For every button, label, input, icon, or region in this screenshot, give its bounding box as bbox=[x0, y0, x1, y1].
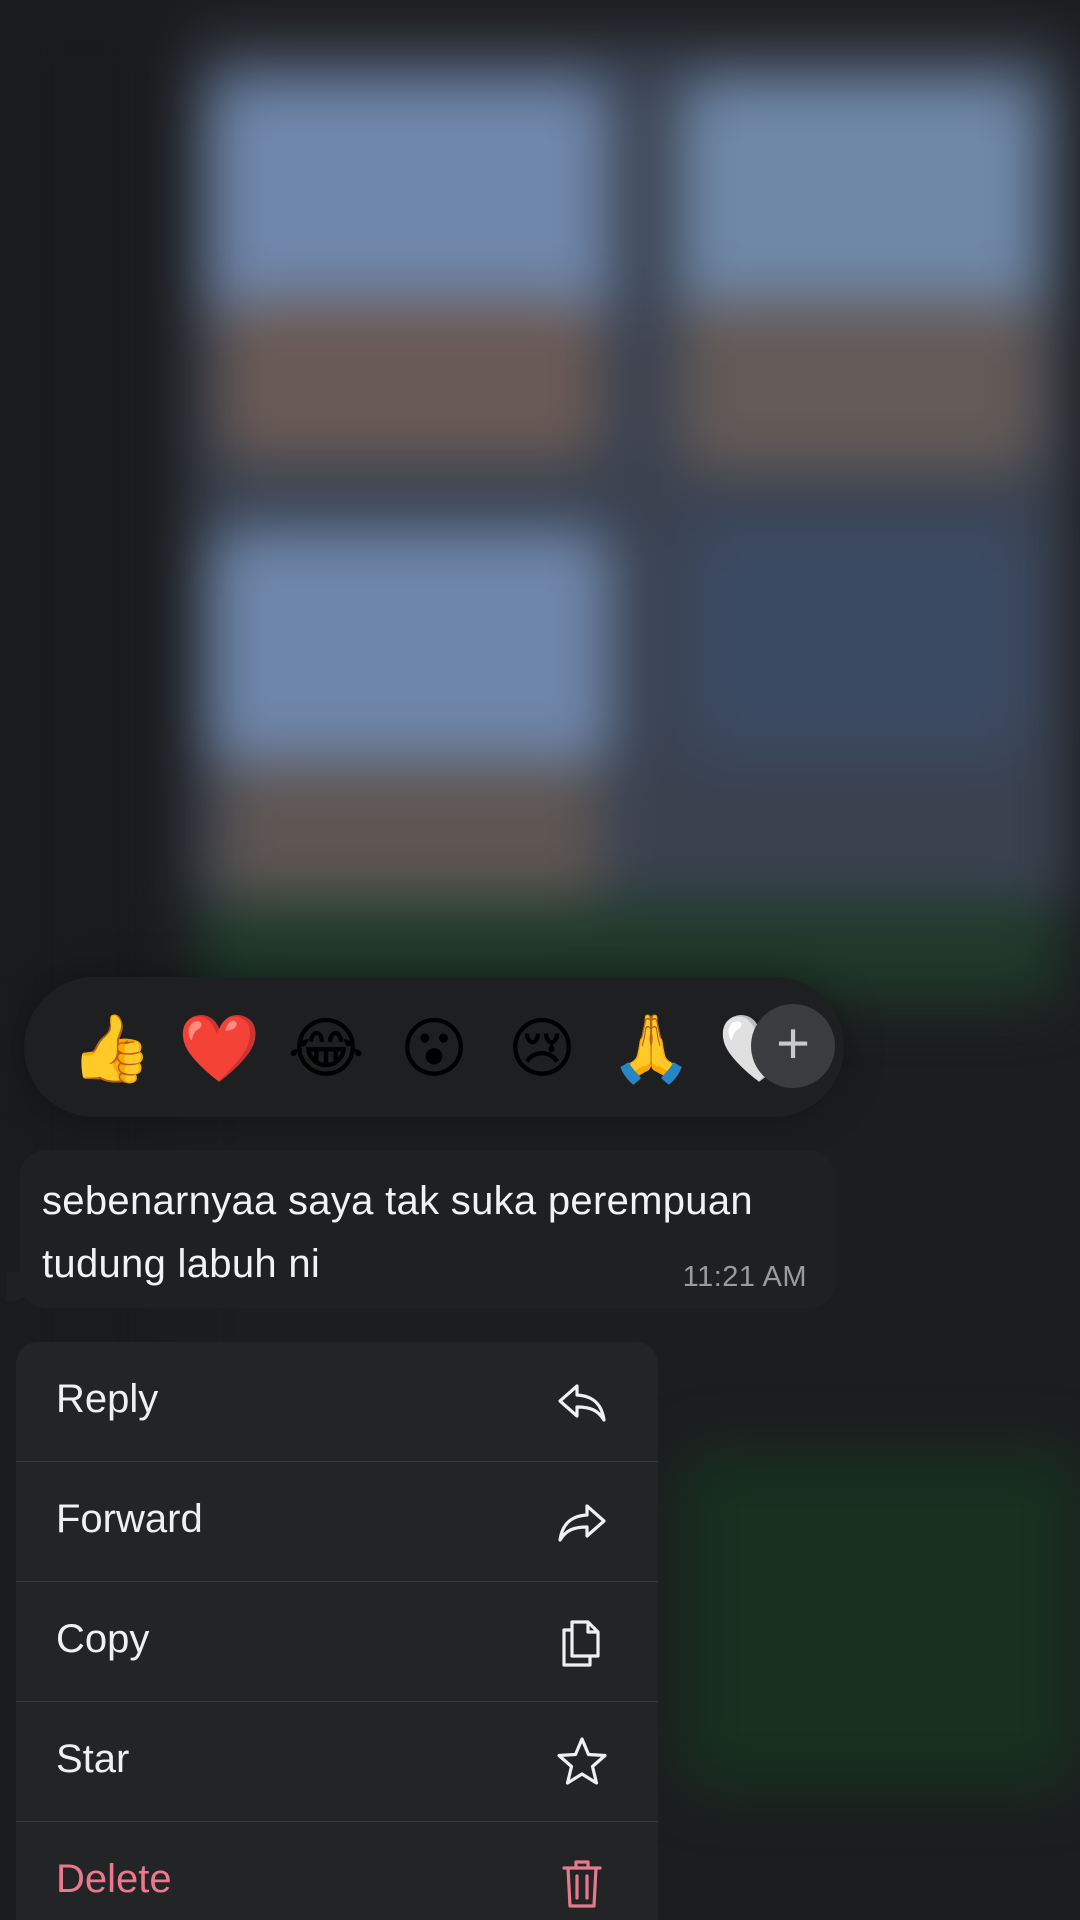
forward-icon bbox=[552, 1492, 612, 1552]
reaction-crying-face[interactable]: 😢 bbox=[502, 1009, 582, 1089]
trash-icon bbox=[552, 1852, 612, 1912]
reaction-thumbs-up[interactable]: 👍 bbox=[70, 1009, 152, 1089]
menu-item-star[interactable]: Star bbox=[16, 1702, 658, 1822]
reaction-bar: 👍 ❤️ 😂 😮 😢 🙏 🤍 + bbox=[24, 977, 844, 1117]
menu-item-label: Forward bbox=[56, 1497, 203, 1541]
plus-icon: + bbox=[776, 1011, 810, 1076]
reaction-folded-hands[interactable]: 🙏 bbox=[610, 1009, 692, 1089]
menu-item-label: Copy bbox=[56, 1617, 150, 1661]
reply-icon bbox=[552, 1372, 612, 1432]
chat-screen: 👍 ❤️ 😂 😮 😢 🙏 🤍 + sebenarnyaa saya tak su… bbox=[0, 0, 1080, 1920]
menu-item-delete[interactable]: Delete bbox=[16, 1822, 658, 1920]
menu-item-reply[interactable]: Reply bbox=[16, 1342, 658, 1462]
menu-item-copy[interactable]: Copy bbox=[16, 1582, 658, 1702]
menu-item-forward[interactable]: Forward bbox=[16, 1462, 658, 1582]
message-timestamp: 11:21 AM bbox=[682, 1261, 807, 1293]
menu-item-label: Star bbox=[56, 1737, 130, 1781]
reaction-open-mouth[interactable]: 😮 bbox=[394, 1009, 474, 1089]
context-menu: Reply Forward Copy Star Delete bbox=[16, 1342, 658, 1920]
reaction-red-heart[interactable]: ❤️ bbox=[178, 1009, 260, 1089]
message-bubble[interactable]: sebenarnyaa saya tak suka perempuan tudu… bbox=[20, 1150, 835, 1308]
copy-icon bbox=[552, 1612, 612, 1672]
menu-item-label: Delete bbox=[56, 1857, 172, 1901]
menu-item-label: Reply bbox=[56, 1377, 159, 1421]
add-reaction-button[interactable]: + bbox=[751, 1004, 835, 1088]
reaction-tears-of-joy[interactable]: 😂 bbox=[286, 1009, 366, 1089]
star-icon bbox=[552, 1732, 612, 1792]
